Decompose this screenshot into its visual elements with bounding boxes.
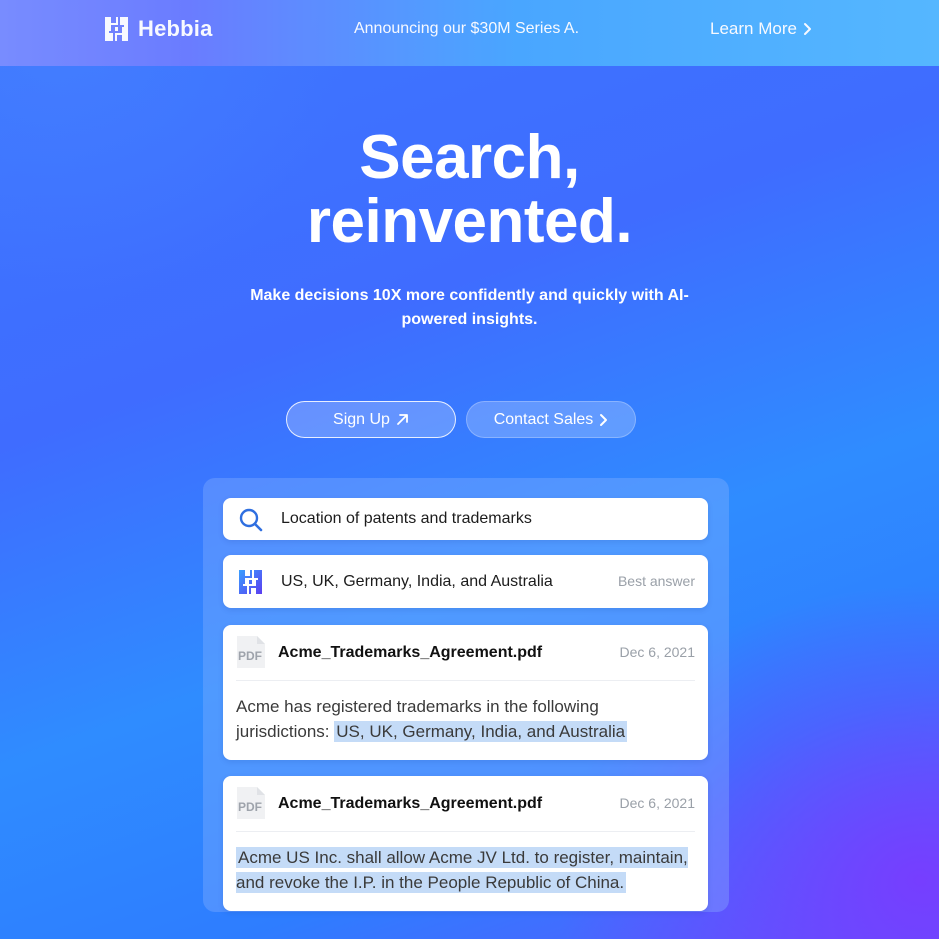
best-answer-text: US, UK, Germany, India, and Australia: [281, 573, 553, 590]
contact-sales-button[interactable]: Contact Sales: [466, 401, 636, 438]
result-filename: Acme_Trademarks_Agreement.pdf: [278, 644, 543, 661]
hero-subtitle: Make decisions 10X more confidently and …: [250, 287, 689, 328]
hero-title: Search, reinvented.: [0, 126, 939, 254]
sign-up-label: Sign Up: [333, 410, 390, 428]
search-icon: [239, 508, 263, 532]
best-answer-badge: Best answer: [617, 573, 695, 589]
hero-title-line1: Search,: [359, 123, 580, 192]
arrow-up-right-icon: [397, 414, 408, 425]
result-snippet-highlight: US, UK, Germany, India, and Australia: [334, 721, 628, 742]
result-snippet: Acme has registered trademarks in the fo…: [236, 694, 691, 744]
result-date: Dec 6, 2021: [619, 795, 696, 811]
chevron-right-icon: [600, 413, 608, 426]
result-card[interactable]: PDF Acme_Trademarks_Agreement.pdf Dec 6,…: [223, 776, 708, 911]
contact-sales-label: Contact Sales: [493, 410, 594, 428]
pdf-file-icon: PDF: [237, 636, 265, 668]
result-snippet: Acme US Inc. shall allow Acme JV Ltd. to…: [236, 845, 691, 895]
hero-title-line2: reinvented.: [306, 187, 633, 256]
divider: [236, 831, 695, 832]
result-date: Dec 6, 2021: [619, 644, 696, 660]
learn-more-label: Learn More: [710, 19, 797, 38]
learn-more-link[interactable]: Learn More: [710, 19, 812, 39]
announcement-bar: Hebbia Announcing our $30M Series A. Lea…: [0, 0, 939, 66]
sign-up-button[interactable]: Sign Up: [286, 401, 456, 438]
result-filename: Acme_Trademarks_Agreement.pdf: [278, 795, 543, 812]
search-query: Location of patents and trademarks: [281, 510, 532, 527]
divider: [236, 680, 695, 681]
result-card[interactable]: PDF Acme_Trademarks_Agreement.pdf Dec 6,…: [223, 625, 708, 760]
pdf-file-icon: PDF: [237, 787, 265, 819]
svg-text:PDF: PDF: [238, 800, 262, 814]
search-bar[interactable]: Location of patents and trademarks: [223, 498, 708, 540]
result-snippet-highlight: Acme US Inc. shall allow Acme JV Ltd. to…: [236, 847, 688, 893]
best-answer-card[interactable]: US, UK, Germany, India, and Australia Be…: [223, 555, 708, 608]
chevron-right-icon: [803, 23, 811, 35]
announcement-text: Announcing our $30M Series A.: [353, 20, 580, 37]
hebbia-logo-icon: [239, 570, 262, 594]
svg-text:PDF: PDF: [238, 649, 262, 663]
